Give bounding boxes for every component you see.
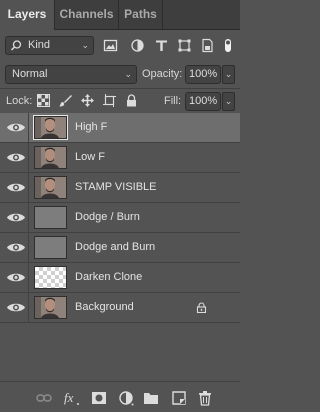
layer-thumbnail[interactable] <box>33 115 68 140</box>
filter-row: Kind ⌄ <box>0 30 240 60</box>
layer-name[interactable]: High F <box>75 113 107 142</box>
adjustment-layer-icon[interactable] <box>118 390 134 406</box>
add-mask-icon[interactable] <box>91 390 107 406</box>
new-layer-icon[interactable] <box>171 390 187 406</box>
portrait-thumbnail-image <box>35 177 66 198</box>
filter-toggle-icon[interactable] <box>221 38 235 53</box>
chevron-down-icon: ⌄ <box>124 69 132 79</box>
layer-row-stamp-visible[interactable]: STAMP VISIBLE <box>0 173 240 203</box>
tab-paths[interactable]: Paths <box>119 0 163 29</box>
layer-row-dodge-burn[interactable]: Dodge / Burn <box>0 203 240 233</box>
panel-tabs: Layers Channels Paths <box>0 0 240 30</box>
lock-row: Lock: Fill: 100% ⌄ <box>0 89 240 114</box>
layers-footer: fx <box>0 381 240 412</box>
new-group-icon[interactable] <box>143 390 159 406</box>
lock-position-icon[interactable] <box>81 94 94 107</box>
opacity-label: Opacity: <box>142 68 183 80</box>
layer-name[interactable]: Darken Clone <box>75 263 142 292</box>
blend-mode-select[interactable]: Normal ⌄ <box>5 65 137 84</box>
layer-row-dodge-and-burn[interactable]: Dodge and Burn <box>0 233 240 263</box>
layer-name[interactable]: Low F <box>75 143 105 172</box>
pixel-filter-icon[interactable] <box>103 38 118 53</box>
eye-icon[interactable] <box>6 149 26 166</box>
layer-thumbnail[interactable] <box>34 206 67 229</box>
layer-name[interactable]: Dodge and Burn <box>75 233 155 262</box>
opacity-input[interactable]: 100% <box>185 65 221 84</box>
svg-text:fx: fx <box>64 390 74 405</box>
layer-row-high-f[interactable]: High F <box>0 113 240 143</box>
lock-label: Lock: <box>6 95 33 107</box>
layer-row-low-f[interactable]: Low F <box>0 143 240 173</box>
type-filter-icon[interactable] <box>154 38 169 53</box>
eye-icon[interactable] <box>6 179 26 196</box>
layer-row-darken-clone[interactable]: Darken Clone <box>0 263 240 293</box>
opacity-dropdown-button[interactable]: ⌄ <box>222 65 235 84</box>
layers-list: High F Low F STAMP VISIBLE Dodge / Burn … <box>0 113 240 375</box>
lock-pixels-icon[interactable] <box>59 94 72 107</box>
tab-channels[interactable]: Channels <box>55 0 119 29</box>
grey-thumbnail-image <box>35 207 66 228</box>
layer-thumbnail[interactable] <box>34 146 67 169</box>
layers-panel: Layers Channels Paths Kind ⌄ Normal ⌄ Op… <box>0 0 240 412</box>
transparent-thumbnail-image <box>35 267 66 288</box>
portrait-thumbnail-image <box>35 297 66 318</box>
search-icon <box>10 37 22 59</box>
eye-icon[interactable] <box>6 269 26 286</box>
layer-thumbnail[interactable] <box>34 176 67 199</box>
layer-name[interactable]: Dodge / Burn <box>75 203 140 232</box>
lock-artboard-icon[interactable] <box>103 94 116 107</box>
layer-thumbnail[interactable] <box>34 266 67 289</box>
portrait-thumbnail-image <box>35 117 66 138</box>
lock-icon[interactable] <box>196 302 207 313</box>
grey-thumbnail-image <box>35 237 66 258</box>
fill-label: Fill: <box>164 95 182 107</box>
layer-name[interactable]: Background <box>75 293 134 322</box>
layer-thumbnail[interactable] <box>34 296 67 319</box>
fx-icon[interactable]: fx <box>63 390 81 406</box>
chevron-down-icon: ⌄ <box>81 40 89 50</box>
portrait-thumbnail-image <box>35 147 66 168</box>
layer-row-background[interactable]: Background <box>0 293 240 323</box>
delete-icon[interactable] <box>197 390 213 406</box>
lock-transparent-icon[interactable] <box>37 94 50 107</box>
fill-input[interactable]: 100% <box>185 92 221 111</box>
lock-all-icon[interactable] <box>125 94 138 107</box>
shape-filter-icon[interactable] <box>177 38 192 53</box>
eye-icon[interactable] <box>6 299 26 316</box>
layer-name[interactable]: STAMP VISIBLE <box>75 173 157 202</box>
layer-thumbnail[interactable] <box>34 236 67 259</box>
kind-filter-select[interactable]: Kind ⌄ <box>5 36 94 55</box>
eye-icon[interactable] <box>6 239 26 256</box>
adjustment-filter-icon[interactable] <box>130 38 145 53</box>
blend-mode-value: Normal <box>12 68 48 80</box>
smart-object-filter-icon[interactable] <box>200 38 215 53</box>
fill-dropdown-button[interactable]: ⌄ <box>222 92 235 111</box>
eye-icon[interactable] <box>6 209 26 226</box>
eye-icon[interactable] <box>6 119 26 136</box>
tab-layers[interactable]: Layers <box>0 0 55 30</box>
link-layers-icon[interactable] <box>36 390 52 406</box>
blend-row: Normal ⌄ Opacity: 100% ⌄ <box>0 60 240 89</box>
kind-filter-label: Kind <box>28 39 51 51</box>
